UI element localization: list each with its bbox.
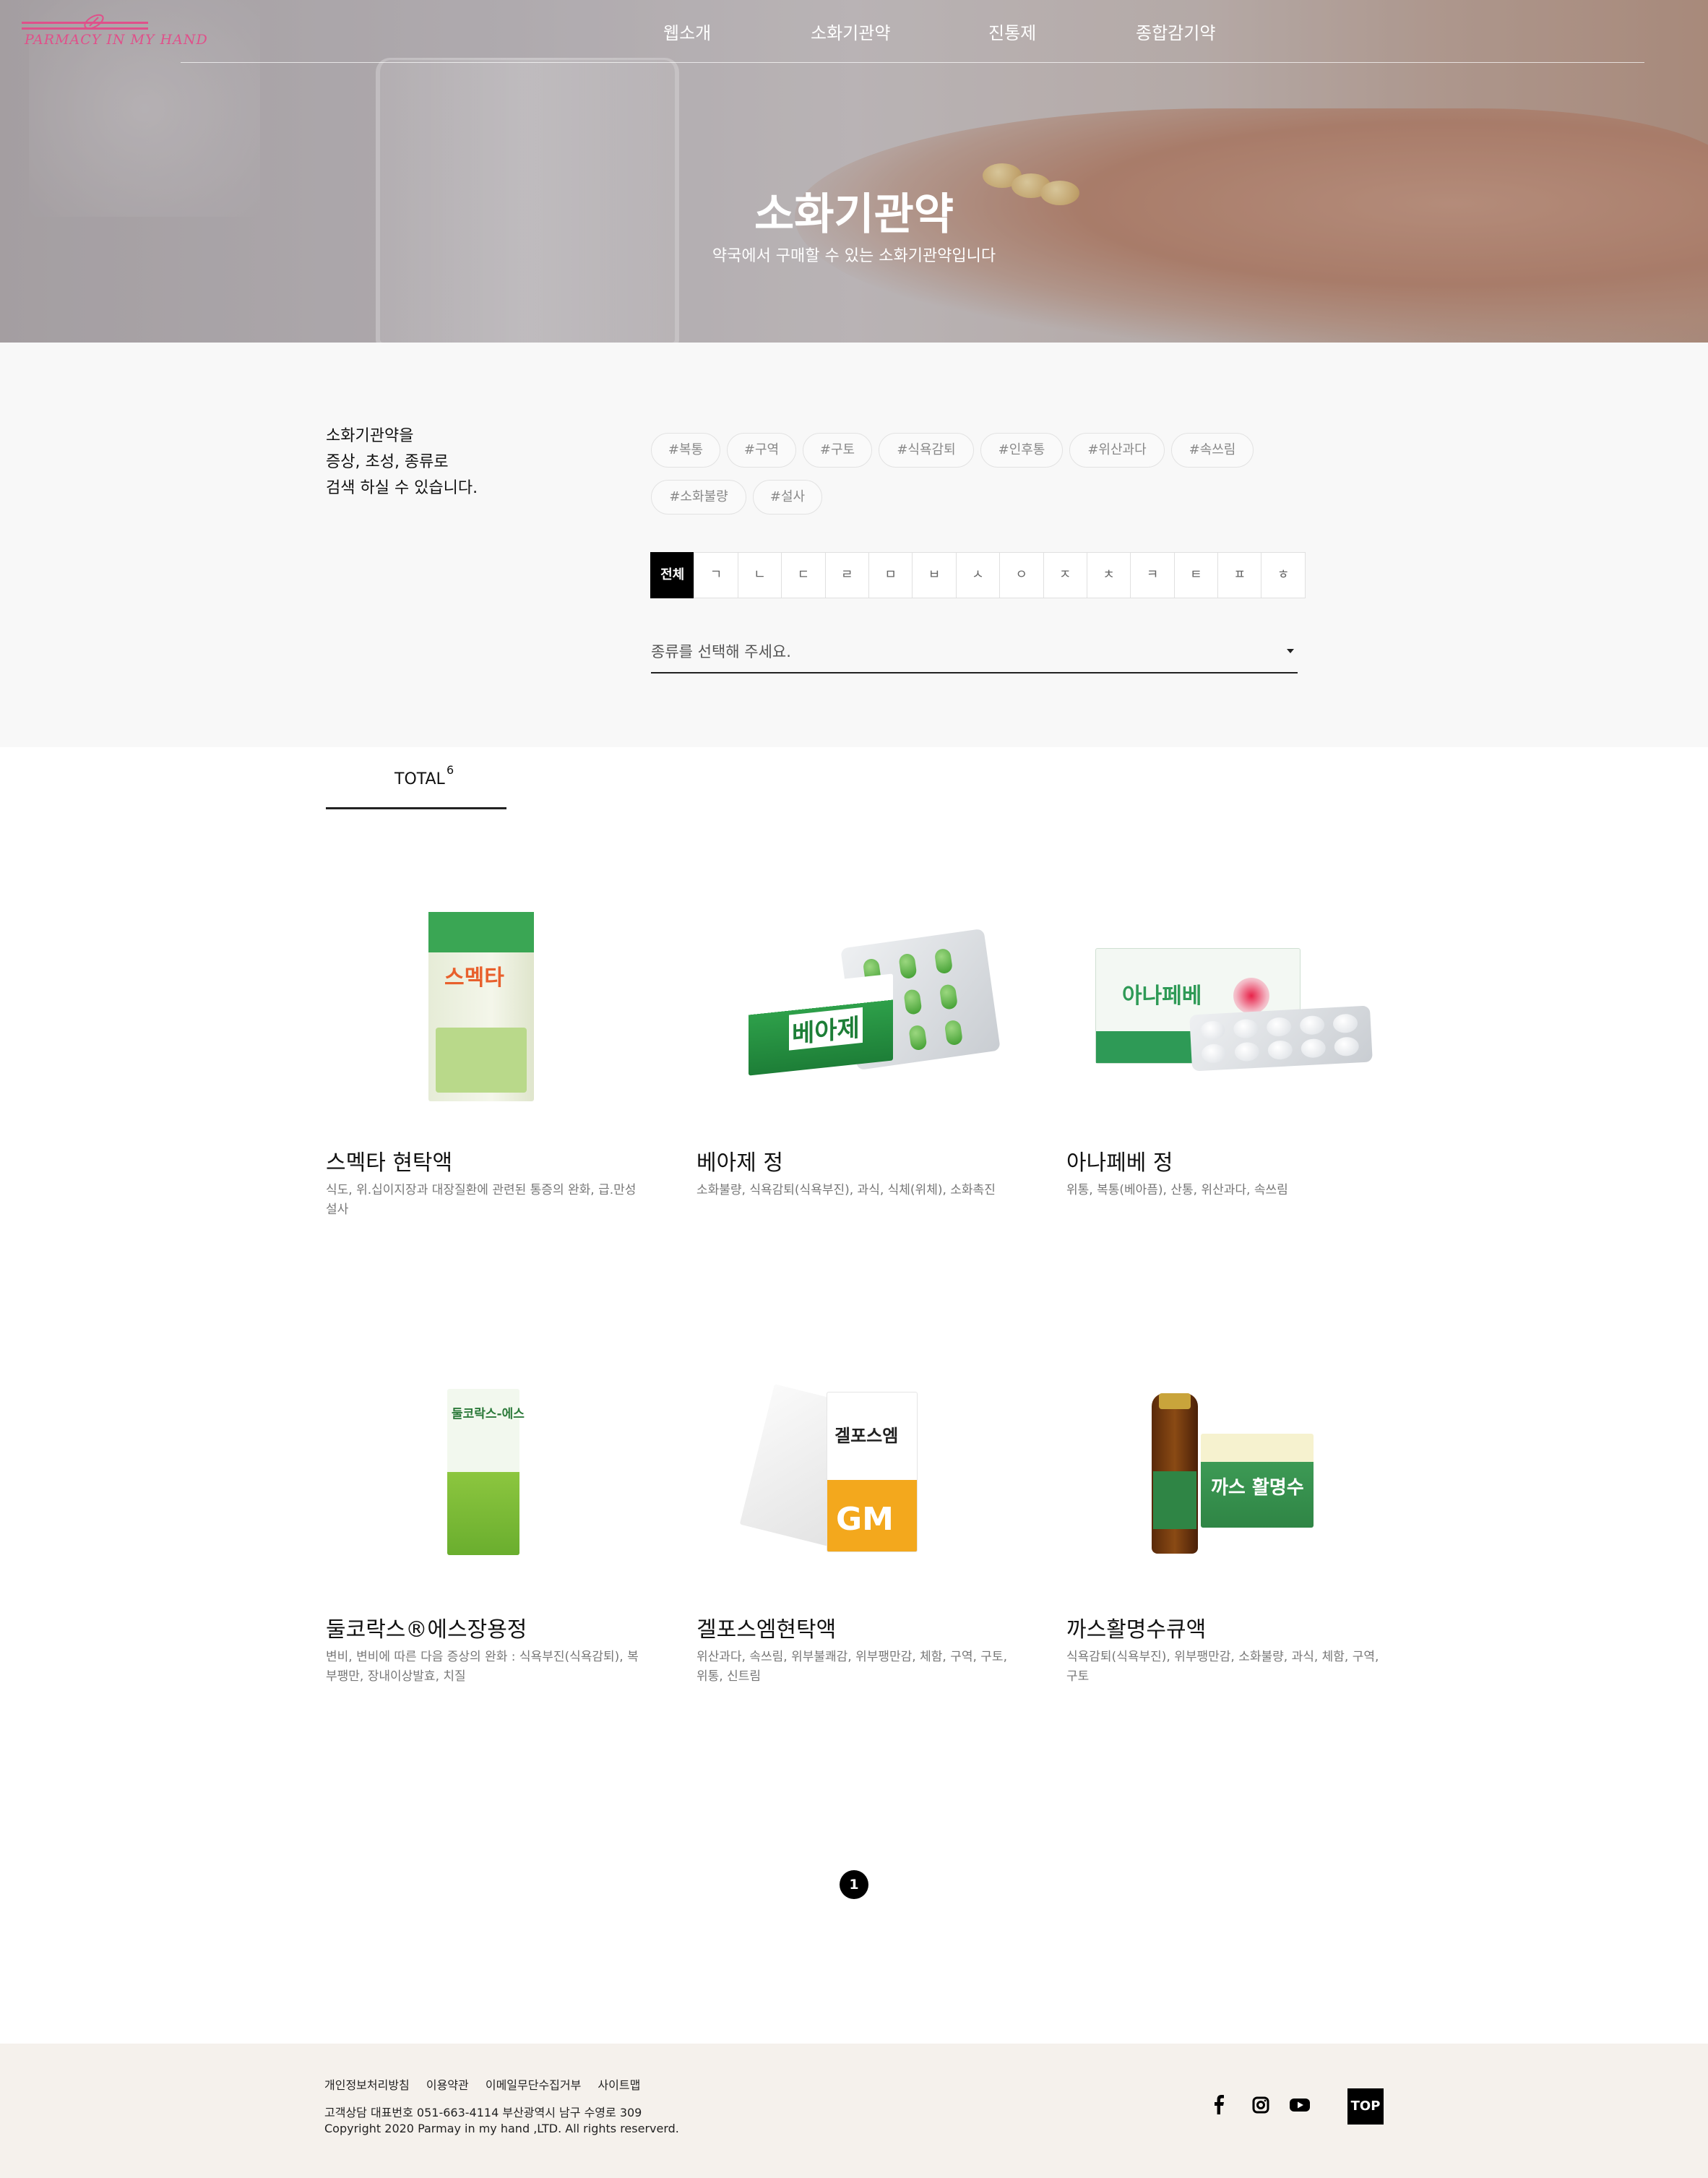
search-description: 소화기관약을 증상, 초성, 종류로 검색 하실 수 있습니다. xyxy=(326,423,478,502)
nav-divider xyxy=(181,62,1644,63)
package-label: 둘코락스-에스 xyxy=(452,1407,525,1421)
page-title: 소화기관약 xyxy=(754,189,954,240)
footer-link-privacy[interactable]: 개인정보처리방침 xyxy=(324,2078,410,2092)
tag-vomiting[interactable]: #구토 xyxy=(803,433,872,468)
product-package: 둘코락스-에스 xyxy=(447,1389,525,1555)
consonant-r[interactable]: ㄹ xyxy=(824,552,869,598)
product-image[interactable]: 아나페베 xyxy=(1066,912,1384,1122)
package-band xyxy=(428,912,534,952)
tag-heartburn[interactable]: #속쓰림 xyxy=(1171,433,1254,468)
product-image[interactable]: 둘코락스-에스 xyxy=(326,1379,644,1588)
consonant-all[interactable]: 전체 xyxy=(650,552,695,598)
total-count: 6 xyxy=(447,763,454,777)
package-label: 겔포스엠 xyxy=(834,1426,899,1446)
product-symptoms: 식도, 위.십이지장과 대장질환에 관련된 통증의 완화, 급.만성 설사 xyxy=(326,1183,637,1217)
consonant-t[interactable]: ㅌ xyxy=(1173,552,1219,598)
consonant-n[interactable]: ㄴ xyxy=(737,552,782,598)
footer-link-sitemap[interactable]: 사이트맵 xyxy=(598,2078,640,2092)
package-graphic xyxy=(1233,978,1269,1014)
instagram-icon[interactable] xyxy=(1248,2093,1273,2117)
product-name[interactable]: 아나페베 정 xyxy=(1066,1145,1173,1176)
product-symptoms: 위산과다, 속쓰림, 위부불쾌감, 위부팽만감, 체함, 구역, 구토, 위통,… xyxy=(696,1650,1007,1684)
footer-links: 개인정보처리방침 이용약관 이메일무단수집거부 사이트맵 xyxy=(324,2075,653,2093)
consonant-b[interactable]: ㅂ xyxy=(912,552,957,598)
package-panel xyxy=(436,1028,527,1093)
product-image[interactable]: 겔포스엠 GM xyxy=(696,1379,1014,1588)
tag-nausea[interactable]: #구역 xyxy=(727,433,796,468)
product-name[interactable]: 겔포스엠현탁액 xyxy=(696,1611,836,1643)
total-label: TOTAL xyxy=(394,770,445,788)
category-select[interactable]: 종류를 선택해 주세요. xyxy=(651,632,1298,673)
consonant-d[interactable]: ㄷ xyxy=(781,552,826,598)
consonant-j[interactable]: ㅈ xyxy=(1043,552,1087,598)
product-image[interactable]: 스멕타 xyxy=(326,912,644,1122)
total-tab[interactable]: TOTAL 6 xyxy=(326,752,506,809)
product-symptoms: 식욕감퇴(식욕부진), 위부팽만감, 소화불량, 과식, 체함, 구역, 구토 xyxy=(1066,1650,1379,1684)
consonant-g[interactable]: ㄱ xyxy=(694,552,738,598)
product-name[interactable]: 까스활명수큐액 xyxy=(1066,1611,1206,1643)
consonant-m[interactable]: ㅁ xyxy=(868,552,913,598)
product-name[interactable]: 베아제 정 xyxy=(696,1145,783,1176)
footer-copyright: Copyright 2020 Parmay in my hand ,LTD. A… xyxy=(324,2122,679,2135)
consonant-s[interactable]: ㅅ xyxy=(955,552,1001,598)
tag-appetite-loss[interactable]: #식욕감퇴 xyxy=(879,433,974,468)
footer-link-email-refusal[interactable]: 이메일무단수집거부 xyxy=(486,2078,581,2092)
product-symptoms: 소화불량, 식욕감퇴(식욕부진), 과식, 식체(위체), 소화촉진 xyxy=(696,1183,996,1197)
footer-link-terms[interactable]: 이용약관 xyxy=(426,2078,469,2092)
nav-item-cold-medicine[interactable]: 종합감기약 xyxy=(1136,19,1215,44)
product-package: 베아제 xyxy=(749,973,893,1076)
product-name[interactable]: 스멕타 현탁액 xyxy=(326,1145,452,1176)
search-panel: 소화기관약을 증상, 초성, 종류로 검색 하실 수 있습니다. #복통 #구역… xyxy=(0,343,1708,747)
product-symptoms: 변비, 변비에 따른 다음 증상의 완화 : 식욕부진(식욕감퇴), 복부팽만,… xyxy=(326,1650,639,1684)
tag-sore-throat[interactable]: #인후통 xyxy=(980,433,1063,468)
package-label: 까스 활명수 xyxy=(1211,1477,1304,1499)
consonant-ch[interactable]: ㅊ xyxy=(1086,552,1131,598)
bottle-cap xyxy=(1159,1393,1191,1409)
consonant-filter: 전체 ㄱ ㄴ ㄷ ㄹ ㅁ ㅂ ㅅ ㅇ ㅈ ㅊ ㅋ ㅌ ㅍ ㅎ xyxy=(650,552,1306,598)
main-nav: 웹소개 소화기관약 진통제 종합감기약 xyxy=(0,19,1708,48)
consonant-h[interactable]: ㅎ xyxy=(1261,552,1306,598)
product-package: 겔포스엠 GM xyxy=(827,1392,918,1552)
youtube-icon[interactable] xyxy=(1288,2093,1312,2117)
package-logo: GM xyxy=(836,1501,894,1538)
bottle-label xyxy=(1153,1471,1196,1529)
product-bottle xyxy=(1152,1393,1198,1554)
category-select-placeholder: 종류를 선택해 주세요. xyxy=(651,643,791,660)
product-image[interactable]: 까스 활명수 xyxy=(1066,1379,1384,1588)
product-package: 까스 활명수 xyxy=(1201,1434,1314,1528)
search-description-line: 증상, 초성, 종류로 xyxy=(326,453,449,471)
search-description-line: 검색 하실 수 있습니다. xyxy=(326,479,478,497)
scroll-to-top-button[interactable]: TOP xyxy=(1347,2088,1384,2125)
hero-banner: PARMACY IN MY HAND 웹소개 소화기관약 진통제 종합감기약 소… xyxy=(0,0,1708,343)
consonant-p[interactable]: ㅍ xyxy=(1217,552,1262,598)
facebook-icon[interactable] xyxy=(1207,2093,1231,2117)
product-package: 스멕타 xyxy=(428,912,534,1101)
pagination-page-current[interactable]: 1 xyxy=(840,1870,868,1899)
search-description-line: 소화기관약을 xyxy=(326,427,414,445)
nav-item-intro[interactable]: 웹소개 xyxy=(663,19,711,44)
tag-diarrhea[interactable]: #설사 xyxy=(753,480,822,515)
total-underline xyxy=(326,807,506,809)
page-subtitle: 약국에서 구매할 수 있는 소화기관약입니다 xyxy=(712,247,996,265)
nav-item-digestive[interactable]: 소화기관약 xyxy=(811,19,890,44)
product-symptoms: 위통, 복통(베아픔), 산통, 위산과다, 속쓰림 xyxy=(1066,1183,1288,1197)
tag-hyperacidity[interactable]: #위산과다 xyxy=(1069,433,1165,468)
product-image[interactable]: 베아제 xyxy=(696,912,1014,1122)
consonant-ng[interactable]: ㅇ xyxy=(999,552,1044,598)
package-label: 베아제 xyxy=(789,1007,863,1051)
package-label: 스멕타 xyxy=(444,965,504,991)
product-blister xyxy=(1189,1005,1373,1072)
site-footer: 개인정보처리방침 이용약관 이메일무단수집거부 사이트맵 고객상담 대표번호 0… xyxy=(0,2044,1708,2178)
package-label: 아나페베 xyxy=(1122,983,1202,1009)
tag-indigestion[interactable]: #소화불량 xyxy=(651,480,746,515)
consonant-k[interactable]: ㅋ xyxy=(1130,552,1175,598)
product-name[interactable]: 둘코락스®에스장용정 xyxy=(326,1611,527,1643)
footer-contact-info: 고객상담 대표번호 051-663-4114 부산광역시 남구 수영로 309 xyxy=(324,2106,642,2119)
nav-item-painkiller[interactable]: 진통제 xyxy=(988,19,1036,44)
hero-overlay xyxy=(0,0,1708,343)
tag-stomachache[interactable]: #복통 xyxy=(651,433,720,468)
caret-down-icon xyxy=(1283,643,1298,658)
